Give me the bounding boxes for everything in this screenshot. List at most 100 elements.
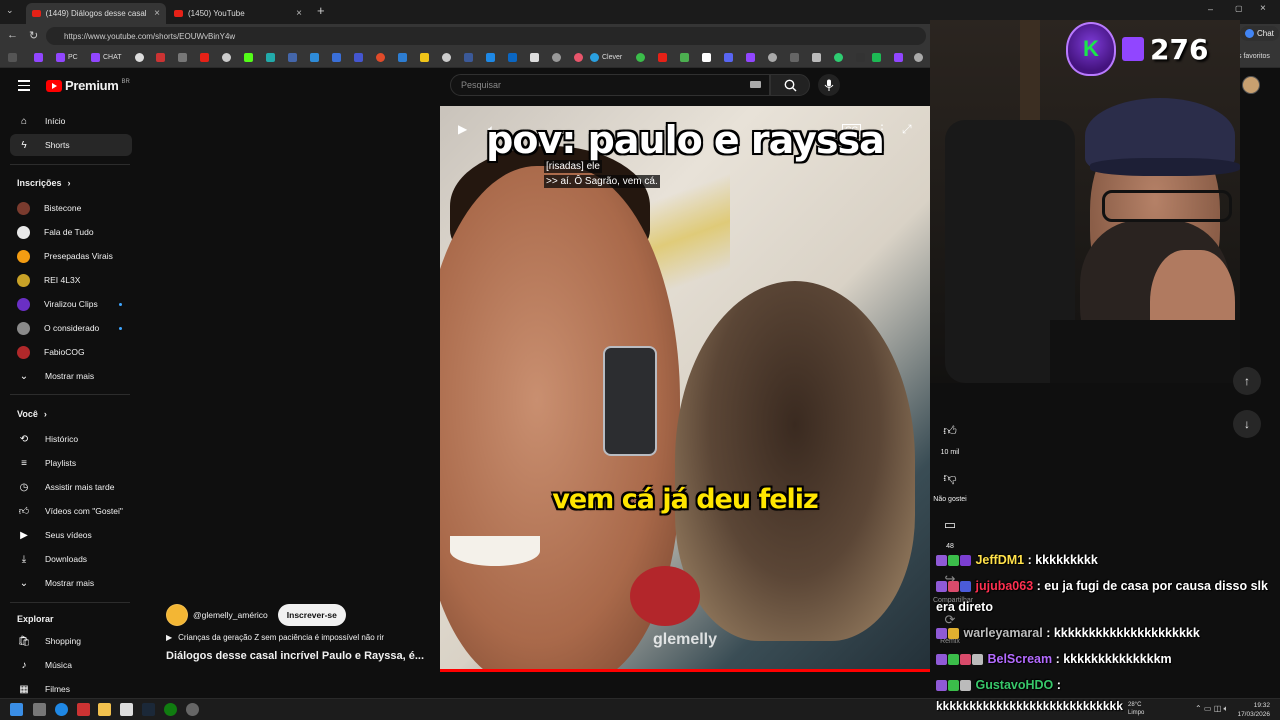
bookmark-icon[interactable]	[244, 53, 253, 62]
tab-youtube[interactable]: (1450) YouTube ×	[168, 3, 308, 24]
channel-avatar[interactable]	[166, 604, 188, 626]
new-tab-icon[interactable]: +	[317, 3, 325, 18]
bookmark-icon[interactable]	[222, 53, 231, 62]
sidebar-item-historico[interactable]: ⟲ Histórico	[10, 428, 132, 450]
maximize-icon[interactable]: ▢	[1235, 4, 1243, 13]
sidebar-item-playlists[interactable]: ≡ Playlists	[10, 452, 132, 474]
bookmark-icon[interactable]	[530, 53, 539, 62]
keyboard-icon[interactable]	[750, 81, 761, 88]
youtube-premium-logo[interactable]: Premium BR	[46, 78, 130, 93]
bookmark-icon[interactable]	[746, 53, 755, 62]
steam-icon[interactable]	[142, 703, 155, 716]
bookmark-icon[interactable]	[486, 53, 495, 62]
sidebar-item-subscription[interactable]: REI 4L3X	[10, 269, 132, 291]
bookmark-chat[interactable]: CHAT	[91, 53, 122, 62]
file-explorer-icon[interactable]	[98, 703, 111, 716]
sidebar-item-subscription[interactable]: Presepadas Virais	[10, 245, 132, 267]
bookmark-icon[interactable]	[894, 53, 903, 62]
bookmark-icon[interactable]	[812, 53, 821, 62]
close-tab-icon[interactable]: ×	[154, 8, 160, 19]
bookmark-icon[interactable]	[200, 53, 209, 62]
url-field[interactable]: https://www.youtube.com/shorts/EOUWvBinY…	[46, 27, 926, 45]
bookmark-icon[interactable]	[914, 53, 923, 62]
sidebar-item-shorts[interactable]: ϟ Shorts	[10, 134, 132, 156]
bookmark-icon[interactable]	[354, 53, 363, 62]
app-taskbar-icon[interactable]	[77, 703, 90, 716]
bookmark-icon[interactable]	[790, 53, 799, 62]
next-short-button[interactable]: ↓	[1233, 410, 1261, 438]
tab-list-chevron-icon[interactable]: ⌄	[6, 5, 14, 16]
sidebar-item-shopping[interactable]: 🛍︎ Shopping	[10, 630, 132, 652]
account-avatar[interactable]	[1242, 76, 1260, 94]
subscriptions-heading[interactable]: Inscrições ›	[17, 178, 71, 188]
bookmark-icon[interactable]	[8, 53, 17, 62]
bookmark-icon[interactable]	[508, 53, 517, 62]
you-heading[interactable]: Você ›	[17, 409, 47, 419]
system-clock[interactable]: 19:32 17/03/2026	[1237, 701, 1270, 719]
chat-button[interactable]: Chat	[1240, 26, 1279, 41]
tray-icons[interactable]: ⌃ ▭ ◫ 🔈︎	[1195, 704, 1228, 714]
store-icon[interactable]	[120, 703, 133, 716]
search-input[interactable]: Pesquisar	[450, 74, 770, 96]
sidebar-item-downloads[interactable]: ⤓ Downloads	[10, 548, 132, 570]
close-tab-icon[interactable]: ×	[296, 8, 302, 19]
bookmark-icon[interactable]	[156, 53, 165, 62]
menu-icon[interactable]	[18, 80, 30, 94]
bookmark-icon[interactable]	[135, 53, 144, 62]
sidebar-item-subscription[interactable]: Viralizou Clips	[10, 293, 132, 315]
sidebar-item-music[interactable]: ♪ Música	[10, 654, 132, 676]
bookmark-icon[interactable]	[178, 53, 187, 62]
bookmark-icon[interactable]	[376, 53, 385, 62]
sidebar-item-subscription[interactable]: Bistecone	[10, 197, 132, 219]
bookmark-icon[interactable]	[332, 53, 341, 62]
video-title[interactable]: Diálogos desse casal incrível Paulo e Ra…	[166, 650, 436, 662]
back-icon[interactable]: ←	[7, 29, 18, 41]
bookmark-icon[interactable]	[574, 53, 583, 62]
subscribe-button[interactable]: Inscrever-se	[277, 604, 346, 626]
sidebar-item-inicio[interactable]: ⌂ Início	[10, 110, 132, 132]
bookmark-icon[interactable]	[658, 53, 667, 62]
xbox-icon[interactable]	[164, 703, 177, 716]
video-progress-bar[interactable]	[440, 669, 930, 672]
shorts-video-player[interactable]: ▶ 🔈︎ CC ⋮ ⤢ pov: paulo e rayssa [risadas…	[440, 106, 930, 672]
bookmark-icon[interactable]	[702, 53, 711, 62]
minimize-icon[interactable]: –	[1208, 4, 1213, 14]
sidebar-item-movies[interactable]: ▦ Filmes	[10, 678, 132, 698]
weather-widget[interactable]: 28°C Limpo	[1128, 701, 1144, 717]
bookmark-clever[interactable]: Clever	[590, 53, 622, 62]
sidebar-item-subscription[interactable]: FabioCOG	[10, 341, 132, 363]
search-button[interactable]	[770, 74, 810, 96]
bookmark-icon[interactable]	[310, 53, 319, 62]
channel-handle[interactable]: @glemelly_américo	[193, 610, 268, 620]
sidebar-item-watch-later[interactable]: ◷ Assistir mais tarde	[10, 476, 132, 498]
bookmark-icon[interactable]	[768, 53, 777, 62]
tab-active[interactable]: (1449) Diálogos desse casal incrív ×	[26, 3, 166, 24]
sidebar-item-subscription[interactable]: O considerado	[10, 317, 132, 339]
task-view-icon[interactable]	[33, 703, 46, 716]
dislike-button[interactable]: 👎︎ Não gostei	[933, 463, 967, 503]
all-bookmarks-link[interactable]: s favoritos	[1238, 53, 1270, 60]
bookmark-icon[interactable]	[34, 53, 43, 62]
bookmark-icon[interactable]	[442, 53, 451, 62]
sidebar-item-your-videos[interactable]: ▶ Seus vídeos	[10, 524, 132, 546]
reload-icon[interactable]: ↻	[29, 29, 38, 42]
sidebar-item-liked-videos[interactable]: 👍︎ Vídeos com "Gostei"	[10, 500, 132, 522]
like-button[interactable]: 👍︎ 10 mil	[933, 416, 967, 456]
bookmark-icon[interactable]	[834, 53, 843, 62]
bookmark-icon[interactable]	[680, 53, 689, 62]
bookmark-icon[interactable]	[724, 53, 733, 62]
bookmark-pc[interactable]: PC	[56, 53, 78, 62]
bookmark-icon[interactable]	[266, 53, 275, 62]
bookmark-icon[interactable]	[552, 53, 561, 62]
bookmark-icon[interactable]	[398, 53, 407, 62]
comments-button[interactable]: ▭ 48	[933, 510, 967, 550]
bookmark-icon[interactable]	[420, 53, 429, 62]
settings-icon[interactable]	[186, 703, 199, 716]
sidebar-show-more[interactable]: ⌄ Mostrar mais	[10, 572, 132, 594]
sidebar-item-subscription[interactable]: Fala de Tudo	[10, 221, 132, 243]
sidebar-show-more[interactable]: ⌄ Mostrar mais	[10, 365, 132, 387]
bookmark-icon[interactable]	[636, 53, 645, 62]
bookmark-icon[interactable]	[288, 53, 297, 62]
playlist-link[interactable]: ▶ Crianças da geração Z sem paciência é …	[166, 633, 384, 642]
bookmark-icon[interactable]	[856, 53, 865, 62]
